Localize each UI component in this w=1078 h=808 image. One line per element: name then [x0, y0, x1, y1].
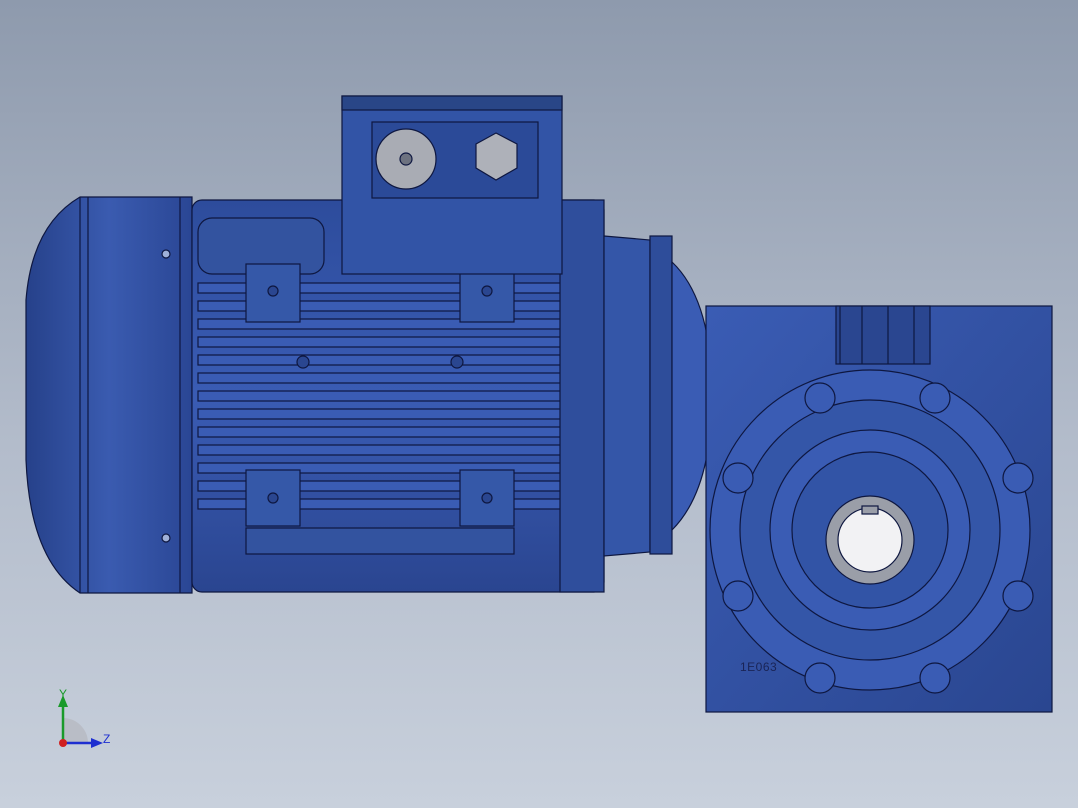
screw-icon	[161, 249, 171, 259]
axis-triad	[58, 695, 103, 748]
terminal-box[interactable]	[341, 95, 563, 275]
output-hollow-shaft[interactable]	[825, 495, 915, 585]
triad-z-label: Z	[103, 732, 111, 746]
cad-viewport[interactable]: Y Z 1E063	[0, 0, 1078, 808]
triad-y-label: Y	[59, 687, 68, 701]
worm-gearbox[interactable]	[705, 305, 1053, 713]
motor-fan-cover[interactable]	[25, 196, 193, 594]
z-axis-arrow-icon	[91, 738, 103, 748]
screw-icon	[161, 533, 171, 543]
origin-dot-icon	[59, 739, 67, 747]
gearbox-marking: 1E063	[740, 660, 778, 674]
gear-motor-model[interactable]	[0, 0, 1078, 808]
adapter-flange[interactable]	[603, 235, 713, 557]
